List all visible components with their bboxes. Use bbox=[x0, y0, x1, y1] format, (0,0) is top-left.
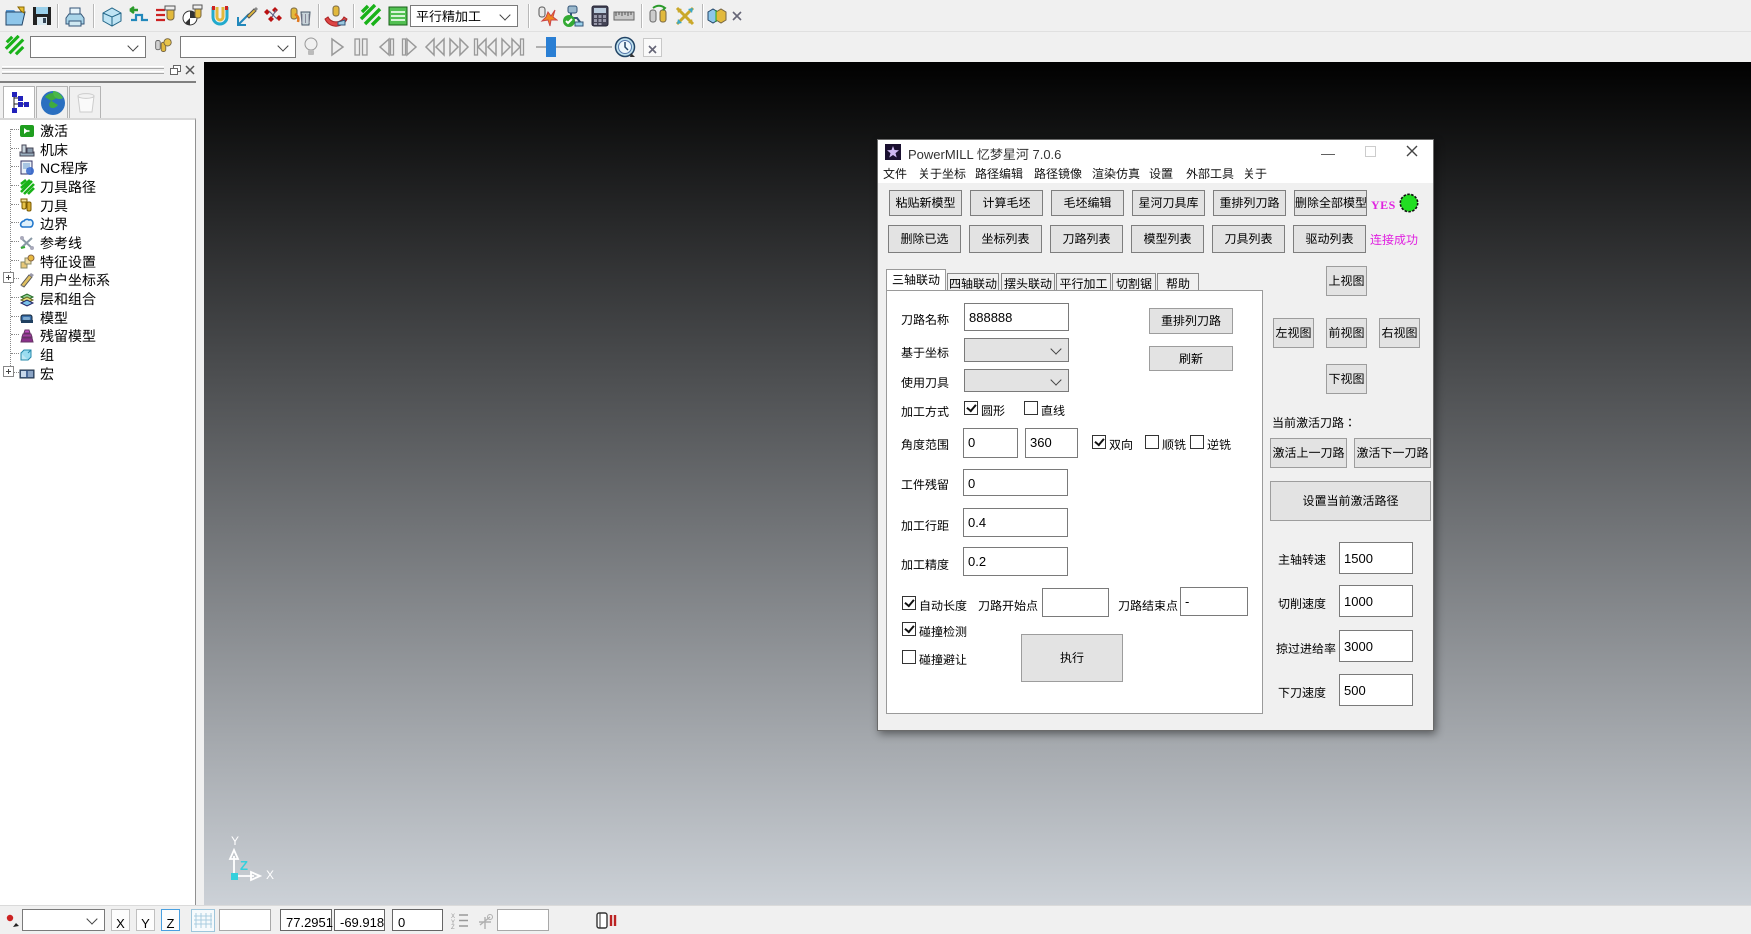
svg-text:X: X bbox=[266, 868, 274, 882]
svg-text:Y: Y bbox=[231, 834, 239, 848]
svg-text:Z: Z bbox=[240, 858, 248, 873]
svg-text:Z: Z bbox=[451, 925, 455, 929]
